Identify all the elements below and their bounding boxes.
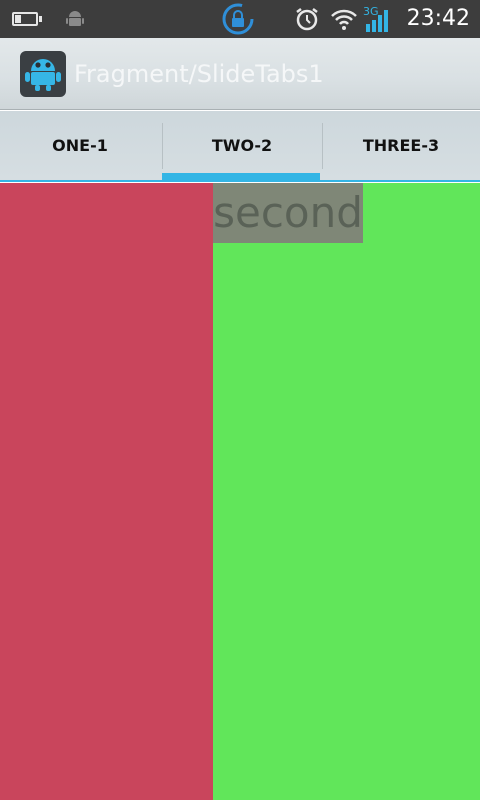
alarm-icon <box>294 0 320 38</box>
battery-icon <box>12 0 42 38</box>
status-bar: 3G 23:42 <box>0 0 480 38</box>
app-title: Fragment/SlideTabs1 <box>74 60 324 88</box>
tab-one[interactable]: ONE-1 <box>0 111 160 180</box>
network-type-label: 3G <box>363 5 379 18</box>
tab-three[interactable]: THREE-3 <box>322 111 480 180</box>
sync-lock-icon <box>220 0 256 38</box>
tab-bar: ONE-1 TWO-2 THREE-3 <box>0 111 480 182</box>
right-content-pane[interactable] <box>213 183 480 800</box>
wifi-icon <box>330 0 358 38</box>
android-robot-icon[interactable] <box>20 51 66 97</box>
android-icon <box>66 0 84 38</box>
fragment-label: second <box>213 183 363 243</box>
selected-tab-indicator <box>162 173 320 180</box>
action-bar: Fragment/SlideTabs1 <box>0 38 480 110</box>
status-clock: 23:42 <box>406 6 470 31</box>
signal-icon: 3G <box>362 0 394 38</box>
left-content-pane[interactable] <box>0 183 213 800</box>
tab-two[interactable]: TWO-2 <box>162 111 322 180</box>
